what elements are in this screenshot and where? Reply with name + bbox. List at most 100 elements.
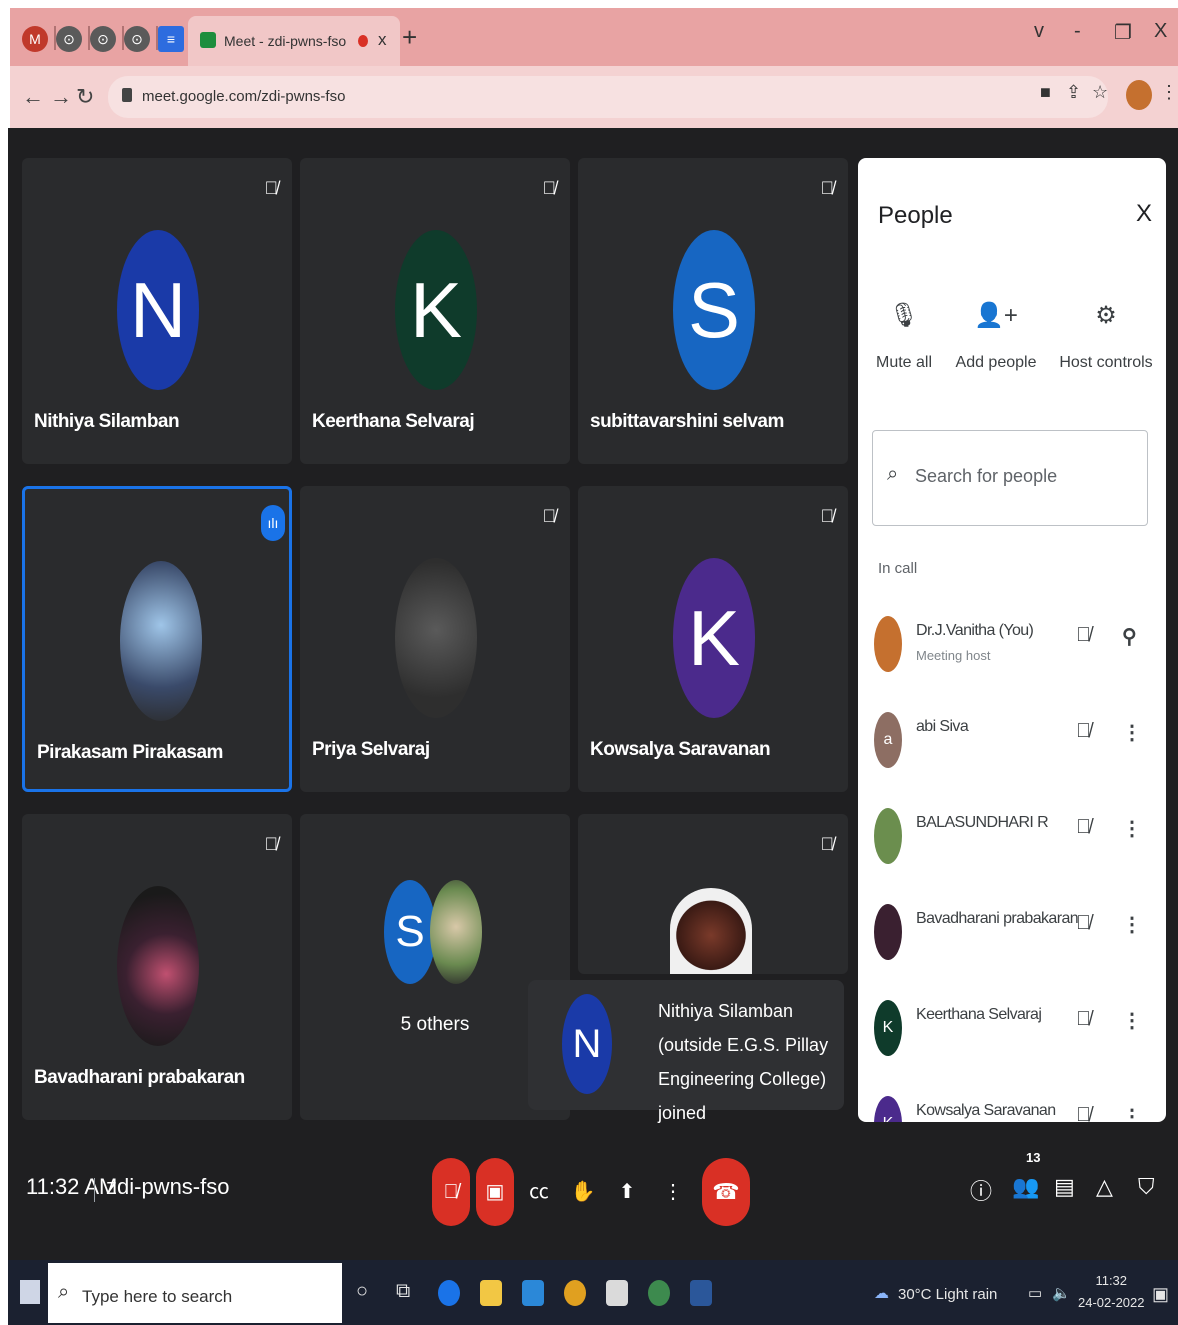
- participant-avatar: [874, 616, 902, 672]
- time-code-separator: [94, 1178, 95, 1202]
- address-bar[interactable]: meet.google.com/zdi-pwns-fso: [108, 76, 1108, 118]
- minimize-button[interactable]: -: [1074, 20, 1081, 43]
- present-icon: ⬆: [618, 1181, 636, 1203]
- search-icon: ⌕: [887, 463, 899, 485]
- mic-off-icon: 🎙̸: [264, 834, 279, 854]
- new-tab-button[interactable]: +: [402, 22, 417, 53]
- task-view-icon[interactable]: ⧉: [396, 1280, 410, 1303]
- add-people-button[interactable]: 👤+ Add people: [946, 298, 1046, 372]
- clock-date: 24-02-2022: [1078, 1295, 1145, 1310]
- meeting-time: 11:32 AM: [26, 1174, 118, 1199]
- more-vert-icon[interactable]: ⋮: [1122, 720, 1142, 745]
- mic-off-icon: 🎙̸: [1076, 1008, 1091, 1030]
- taskbar-search-box[interactable]: ⌕ Type here to search: [48, 1263, 342, 1323]
- mute-all-icon: 🎙: [888, 302, 920, 329]
- raise-hand-button[interactable]: ✋: [564, 1158, 602, 1226]
- participant-name: Pirakasam Pirakasam: [37, 742, 223, 763]
- meeting-details-icon[interactable]: ⓘ: [970, 1174, 992, 1206]
- calculator-icon[interactable]: [606, 1280, 628, 1306]
- bookmark-star-icon[interactable]: ☆: [1092, 82, 1108, 103]
- microphone-toggle-button[interactable]: 🎙̸: [432, 1158, 470, 1226]
- mic-off-icon: 🎙̸: [820, 506, 835, 526]
- host-controls-button[interactable]: ⚙ Host controls: [1056, 298, 1156, 372]
- tab-close-button[interactable]: x: [378, 30, 387, 50]
- share-icon[interactable]: ⇪: [1066, 82, 1081, 103]
- participant-row[interactable]: K Kowsalya Saravanan 🎙̸ ⋮: [858, 1074, 1166, 1122]
- browser-tab-strip: M ⊙ ⊙ ⊙ ≡ Meet - zdi-pwns-fso x + v - ❐ …: [10, 8, 1178, 66]
- close-window-button[interactable]: X: [1154, 20, 1167, 43]
- pin-icon[interactable]: ⚲: [1122, 624, 1137, 649]
- browser-menu-icon[interactable]: ⋮: [1160, 82, 1178, 103]
- pinned-tab-icon[interactable]: ⊙: [90, 26, 116, 52]
- people-panel-close-button[interactable]: X: [1136, 200, 1152, 228]
- participant-name: Kowsalya Saravanan: [590, 739, 771, 760]
- people-search-input[interactable]: ⌕ Search for people: [872, 430, 1148, 526]
- chrome-icon[interactable]: [564, 1280, 586, 1306]
- participant-tile[interactable]: 🎙̸ S subittavarshini selvam: [578, 158, 848, 464]
- active-tab-meet[interactable]: Meet - zdi-pwns-fso x: [188, 16, 400, 66]
- cortana-icon[interactable]: ○: [356, 1280, 368, 1303]
- more-vert-icon[interactable]: ⋮: [1122, 912, 1142, 937]
- docs-tab-icon[interactable]: ≡: [158, 26, 184, 52]
- volume-icon[interactable]: 🔈: [1052, 1284, 1071, 1302]
- more-options-button[interactable]: ⋮: [654, 1158, 692, 1226]
- participant-tile-partial[interactable]: 🎙̸: [578, 814, 848, 974]
- tab-title: Meet - zdi-pwns-fso: [224, 33, 347, 49]
- activities-icon[interactable]: △: [1096, 1174, 1113, 1200]
- participant-name: Nithiya Silamban: [34, 411, 180, 432]
- taskbar-search-placeholder: Type here to search: [82, 1287, 233, 1306]
- weather-text[interactable]: 30°C Light rain: [898, 1286, 997, 1303]
- host-controls-shield-icon[interactable]: ⛉: [1138, 1174, 1155, 1200]
- forward-icon[interactable]: →: [50, 84, 72, 110]
- more-vert-icon[interactable]: ⋮: [1122, 1104, 1142, 1122]
- participant-avatar: K: [673, 558, 755, 718]
- maximize-button[interactable]: ❐: [1114, 20, 1132, 45]
- chat-icon[interactable]: ▤: [1054, 1174, 1075, 1200]
- add-person-icon: 👤+: [974, 302, 1018, 329]
- host-controls-label: Host controls: [1059, 354, 1153, 371]
- taskbar-clock[interactable]: 11:32 24-02-2022: [1078, 1270, 1145, 1314]
- weather-icon[interactable]: ☁: [874, 1284, 889, 1302]
- network-icon[interactable]: ▭: [1028, 1284, 1042, 1302]
- people-icon[interactable]: 👥: [1012, 1174, 1039, 1200]
- participant-row[interactable]: BALASUNDHARI R 🎙̸ ⋮: [858, 786, 1166, 882]
- chrome-profile-icon[interactable]: [648, 1280, 670, 1306]
- participant-tile[interactable]: 🎙̸ K Kowsalya Saravanan: [578, 486, 848, 792]
- more-vert-icon[interactable]: ⋮: [1122, 816, 1142, 841]
- hand-icon: ✋: [570, 1181, 596, 1203]
- leave-call-button[interactable]: ☎: [702, 1158, 750, 1226]
- back-icon[interactable]: ←: [22, 84, 44, 110]
- edge-icon[interactable]: [438, 1280, 460, 1306]
- mail-icon[interactable]: [522, 1280, 544, 1306]
- participant-row[interactable]: a abi Siva 🎙̸ ⋮: [858, 690, 1166, 786]
- participant-avatar: K: [874, 1000, 902, 1056]
- notifications-icon[interactable]: ▣: [1152, 1284, 1169, 1305]
- windows-start-icon[interactable]: [20, 1280, 40, 1304]
- more-vert-icon[interactable]: ⋮: [1122, 1008, 1142, 1033]
- participant-name: Kowsalya Saravanan: [916, 1102, 1056, 1119]
- present-screen-button[interactable]: ⬆: [608, 1158, 646, 1226]
- participant-tile[interactable]: 🎙̸ Bavadharani prabakaran: [22, 814, 292, 1120]
- participant-row[interactable]: Bavadharani prabakaran 🎙̸ ⋮: [858, 882, 1166, 978]
- pinned-tab-icon[interactable]: ⊙: [124, 26, 150, 52]
- profile-avatar[interactable]: [1126, 80, 1152, 110]
- participant-tile[interactable]: 🎙̸ Priya Selvaraj: [300, 486, 570, 792]
- participant-tile-active-speaker[interactable]: ılı Pirakasam Pirakasam: [22, 486, 292, 792]
- word-icon[interactable]: [690, 1280, 712, 1306]
- gmail-tab-icon[interactable]: M: [22, 26, 48, 52]
- participant-tile[interactable]: 🎙̸ N Nithiya Silamban: [22, 158, 292, 464]
- mic-off-icon: 🎙̸: [1076, 624, 1091, 646]
- participant-row[interactable]: K Keerthana Selvaraj 🎙̸ ⋮: [858, 978, 1166, 1074]
- participant-row[interactable]: Dr.J.Vanitha (You) Meeting host 🎙̸ ⚲: [858, 594, 1166, 690]
- captions-button[interactable]: ㏄: [520, 1158, 558, 1226]
- people-panel-title: People: [878, 202, 953, 229]
- camera-toggle-button[interactable]: ▣: [476, 1158, 514, 1226]
- camera-indicator-icon[interactable]: ■: [1040, 82, 1051, 103]
- reload-icon[interactable]: ↻: [76, 84, 94, 110]
- tab-search-button[interactable]: v: [1034, 20, 1044, 43]
- participant-tile[interactable]: 🎙̸ K Keerthana Selvaraj: [300, 158, 570, 464]
- mute-all-button[interactable]: 🎙 Mute all: [858, 298, 954, 372]
- pinned-tab-icon[interactable]: ⊙: [56, 26, 82, 52]
- file-explorer-icon[interactable]: [480, 1280, 502, 1306]
- mic-off-icon: 🎙̸: [443, 1181, 459, 1203]
